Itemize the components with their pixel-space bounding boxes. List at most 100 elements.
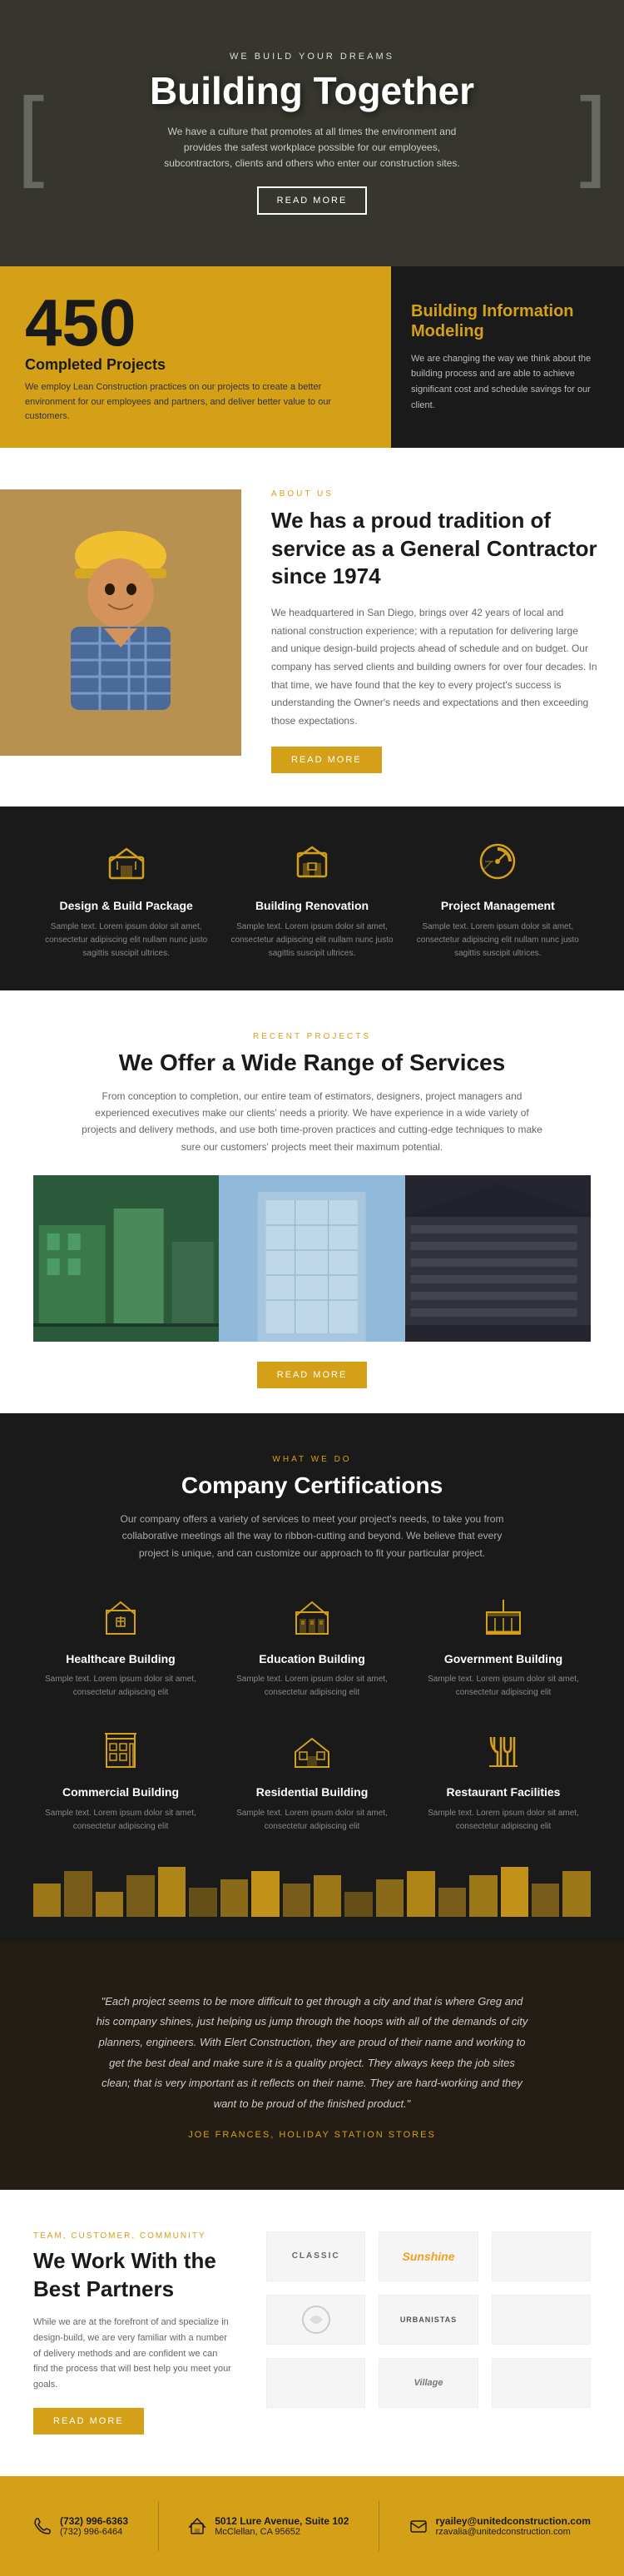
partner-urbanistas-label: URBANISTAS — [400, 2315, 457, 2324]
footer-address-2: McClellan, CA 95652 — [215, 2527, 349, 2537]
cert-desc-residential: Sample text. Lorem ipsum dolor sit amet,… — [225, 1807, 399, 1834]
footer-email-col: ryailey@unitedconstruction.com rzavalia@… — [409, 2515, 591, 2537]
residential-building-icon — [291, 1729, 333, 1770]
service-desc-design: Sample text. Lorem ipsum dolor sit amet,… — [42, 921, 210, 960]
partners-read-more-button[interactable]: READ MORE — [33, 2408, 144, 2435]
healthcare-building-icon — [100, 1596, 141, 1637]
bar-16 — [501, 1867, 528, 1917]
project-image-2 — [219, 1175, 404, 1342]
renovation-icon — [287, 836, 337, 886]
projects-description: From conception to completion, our entir… — [79, 1088, 545, 1156]
cert-item-government: Government Building Sample text. Lorem i… — [416, 1591, 591, 1700]
cert-item-commercial: Commercial Building Sample text. Lorem i… — [33, 1725, 208, 1833]
footer-address: 5012 Lure Avenue, Suite 102 McClellan, C… — [215, 2515, 349, 2537]
worker-svg — [0, 489, 241, 756]
bar-7 — [220, 1879, 248, 1917]
design-build-icon — [106, 841, 147, 882]
cert-title-commercial: Commercial Building — [33, 1784, 208, 1799]
partners-title: We Work With the Best Partners — [33, 2247, 233, 2304]
phone-icon — [33, 2517, 52, 2535]
cert-item-education: Education Building Sample text. Lorem ip… — [225, 1591, 399, 1700]
restaurant-icon — [478, 1725, 528, 1774]
bar-8 — [251, 1871, 279, 1917]
education-building-icon — [291, 1596, 333, 1637]
projects-section: RECENT PROJECTS We Offer a Wide Range of… — [0, 990, 624, 1414]
about-read-more-button[interactable]: READ MORE — [271, 747, 382, 773]
footer-address-row: 5012 Lure Avenue, Suite 102 McClellan, C… — [188, 2515, 349, 2537]
cert-chart-bars — [0, 1875, 624, 1942]
cert-item-residential: Residential Building Sample text. Lorem … — [225, 1725, 399, 1833]
bar-3 — [96, 1892, 123, 1917]
bar-6 — [189, 1888, 216, 1917]
certifications-section: WHAT WE DO Company Certifications Our co… — [0, 1413, 624, 1875]
projects-read-more-button[interactable]: READ MORE — [257, 1362, 368, 1388]
hero-read-more-button[interactable]: READ MORE — [257, 186, 368, 215]
cert-desc-commercial: Sample text. Lorem ipsum dolor sit amet,… — [33, 1807, 208, 1834]
healthcare-icon — [96, 1591, 146, 1641]
email-icon — [409, 2517, 428, 2535]
restaurant-facilities-icon — [483, 1729, 524, 1770]
partner-logo-9 — [492, 2358, 591, 2408]
hero-tagline: WE BUILD YOUR DREAMS — [150, 52, 474, 62]
cert-desc-education: Sample text. Lorem ipsum dolor sit amet,… — [225, 1673, 399, 1700]
partner-logo-4 — [266, 2295, 365, 2345]
building-renovation-icon — [291, 841, 333, 882]
footer-address-1: 5012 Lure Avenue, Suite 102 — [215, 2515, 349, 2527]
footer-phone-row-1: (732) 996-6363 (732) 996-6464 — [33, 2515, 128, 2537]
bar-2 — [64, 1871, 92, 1917]
footer-address-col: 5012 Lure Avenue, Suite 102 McClellan, C… — [188, 2515, 349, 2537]
bar-4 — [126, 1875, 154, 1917]
cert-title-education: Education Building — [225, 1651, 399, 1666]
about-section-label: ABOUT US — [271, 489, 597, 499]
partners-tag: TEAM, CUSTOMER, COMMUNITY — [33, 2231, 233, 2241]
bar-1 — [33, 1884, 61, 1917]
project-management-icon — [477, 841, 518, 882]
hero-title: Building Together — [150, 70, 474, 112]
cert-title-residential: Residential Building — [225, 1784, 399, 1799]
testimonial-section: "Each project seems to be more difficult… — [0, 1942, 624, 2190]
footer-phone-2-number: (732) 996-6464 — [60, 2527, 128, 2537]
bar-14 — [438, 1888, 466, 1917]
hero-bracket-left: [ — [17, 83, 44, 183]
partner-logo-4-icon — [300, 2303, 333, 2336]
partner-logo-classic: CLASSIC — [266, 2231, 365, 2281]
service-title-design: Design & Build Package — [42, 898, 210, 913]
about-title: We has a proud tradition of service as a… — [271, 507, 597, 591]
project-mgmt-icon — [473, 836, 522, 886]
completed-projects-desc: We employ Lean Construction practices on… — [25, 380, 366, 424]
footer-email-1: ryailey@unitedconstruction.com — [436, 2515, 591, 2527]
partner-logo-village: Village — [379, 2358, 478, 2408]
location-icon — [188, 2517, 206, 2535]
hero-bracket-right: ] — [580, 83, 607, 183]
project-image-1 — [33, 1175, 219, 1342]
residential-icon — [287, 1725, 337, 1774]
cert-grid: Healthcare Building Sample text. Lorem i… — [33, 1591, 591, 1833]
projects-section-label: RECENT PROJECTS — [33, 1032, 591, 1041]
hero-content: WE BUILD YOUR DREAMS Building Together W… — [100, 52, 524, 215]
service-title-project-mgmt: Project Management — [414, 898, 582, 913]
bim-description: We are changing the way we think about t… — [411, 351, 604, 414]
service-item-renovation: Building Renovation Sample text. Lorem i… — [219, 836, 404, 960]
partners-logos-grid: CLASSIC Sunshine URBANISTAS Village — [266, 2231, 591, 2435]
commercial-icon — [96, 1725, 146, 1774]
bar-12 — [376, 1879, 404, 1917]
bim-left-panel: 450 Completed Projects We employ Lean Co… — [0, 266, 391, 448]
partners-left-panel: TEAM, CUSTOMER, COMMUNITY We Work With t… — [33, 2231, 233, 2435]
testimonial-author: JOE FRANCES, HOLIDAY STATION STORES — [188, 2130, 436, 2140]
completed-projects-label: Completed Projects — [25, 356, 366, 374]
project-thumb-2[interactable] — [219, 1175, 404, 1342]
cert-item-restaurant: Restaurant Facilities Sample text. Lorem… — [416, 1725, 591, 1833]
cert-section-title: Company Certifications — [33, 1472, 591, 1499]
project-thumb-1[interactable] — [33, 1175, 219, 1342]
bar-5 — [158, 1867, 186, 1917]
partner-classic-label: CLASSIC — [292, 2251, 340, 2261]
footer-phone-1-number: (732) 996-6363 — [60, 2515, 128, 2527]
bar-18 — [562, 1871, 590, 1917]
bim-banner: 450 Completed Projects We employ Lean Co… — [0, 266, 624, 448]
partner-sunshine-label: Sunshine — [402, 2250, 454, 2263]
partners-section: TEAM, CUSTOMER, COMMUNITY We Work With t… — [0, 2190, 624, 2476]
project-thumb-3[interactable] — [405, 1175, 591, 1342]
cert-desc-restaurant: Sample text. Lorem ipsum dolor sit amet,… — [416, 1807, 591, 1834]
cert-title-restaurant: Restaurant Facilities — [416, 1784, 591, 1799]
service-desc-project-mgmt: Sample text. Lorem ipsum dolor sit amet,… — [414, 921, 582, 960]
